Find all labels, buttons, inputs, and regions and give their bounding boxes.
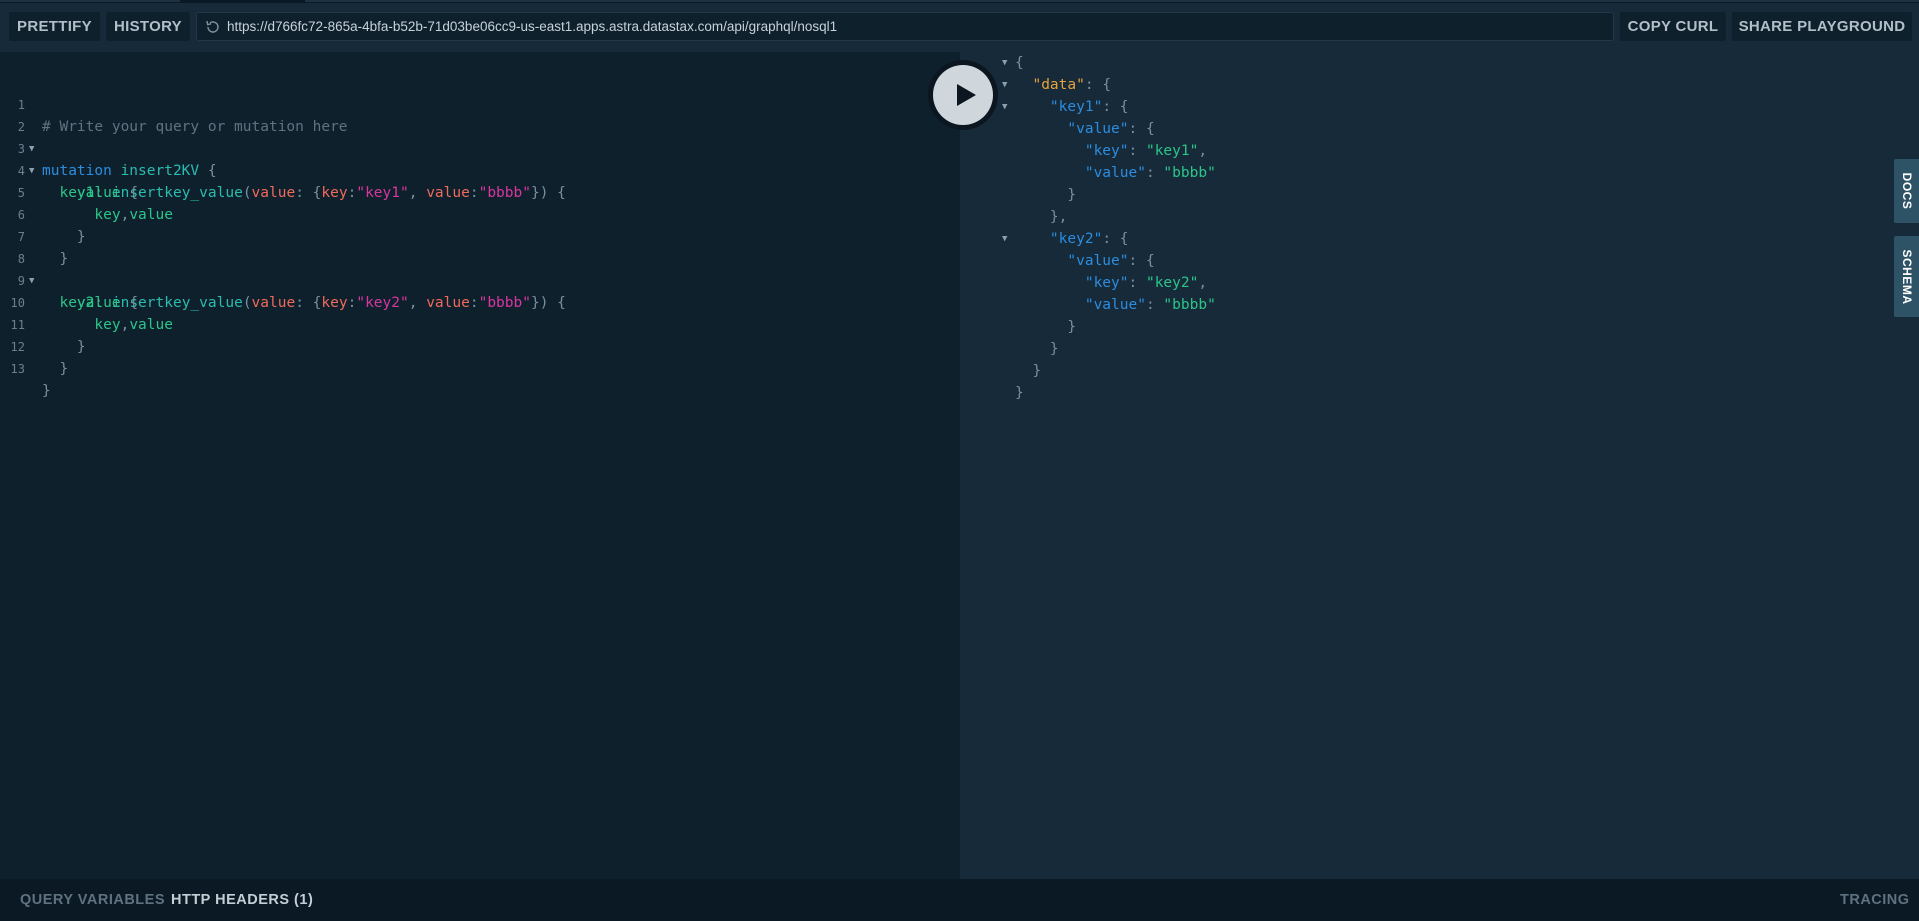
json-key: "key"	[1084, 275, 1129, 291]
json-punctuation: },	[1049, 209, 1068, 225]
json-punctuation: : {	[1128, 253, 1155, 269]
fold-arrow-icon[interactable]: ▼	[1002, 58, 1007, 68]
query-editor[interactable]: 1 # Write your query or mutation here 2 …	[0, 52, 960, 879]
result-line: "key": "key1",	[1015, 140, 1207, 162]
json-punctuation: ,	[1198, 143, 1208, 159]
docs-tab-label: DOCS	[1899, 172, 1914, 210]
editor-line: 5 key,value	[0, 160, 960, 223]
fold-arrow-icon[interactable]: ▼	[1002, 102, 1007, 112]
json-key: "value"	[1084, 165, 1146, 181]
result-line: "key": "key2",	[1015, 272, 1207, 294]
reload-icon[interactable]	[205, 19, 221, 35]
editor-line: 10 key,value	[0, 270, 960, 333]
json-punctuation: {	[1015, 55, 1024, 71]
json-key: "value"	[1067, 253, 1129, 269]
schema-tab[interactable]: SCHEMA	[1894, 236, 1919, 317]
json-punctuation: :	[1128, 143, 1146, 159]
run-button-face	[933, 65, 993, 125]
editor-line: 4 value {	[0, 138, 960, 201]
json-string: "key2"	[1145, 275, 1199, 291]
json-key: "value"	[1067, 121, 1129, 137]
result-line: }	[1015, 338, 1059, 360]
json-key: "key2"	[1049, 231, 1103, 247]
result-line: "key1": {	[1015, 96, 1129, 118]
result-line: "value": {	[1015, 250, 1155, 272]
editor-line: 8 ▼ key2: insertkey_value(value: {key:"k…	[0, 226, 960, 311]
json-key: "key"	[1084, 143, 1129, 159]
json-string: "key1"	[1145, 143, 1199, 159]
editor-line: 3 ▼ key1: insertkey_value(value: {key:"k…	[0, 116, 960, 201]
json-punctuation: : {	[1102, 99, 1129, 115]
json-punctuation: :	[1145, 165, 1164, 181]
toolbar: PRETTIFY HISTORY COPY CURL SHARE PLAYGRO…	[0, 3, 1919, 52]
json-punctuation: : {	[1084, 77, 1112, 93]
fold-arrow-icon[interactable]: ▼	[1002, 234, 1007, 244]
endpoint-url-input[interactable]	[227, 13, 1607, 40]
fold-arrow-icon[interactable]: ▼	[1002, 80, 1007, 90]
query-variables-tab[interactable]: QUERY VARIABLES	[20, 892, 165, 908]
tracing-tab[interactable]: TRACING	[1840, 892, 1910, 908]
result-viewer[interactable]: ▼ { ▼ "data": { ▼ "key1": { "value": { "…	[960, 52, 1919, 879]
result-line: "value": "bbbb"	[1015, 294, 1216, 316]
result-line: "value": {	[1015, 118, 1155, 140]
result-line: }	[1015, 316, 1076, 338]
result-line: }	[1015, 184, 1076, 206]
json-punctuation: }	[1015, 385, 1024, 401]
tab-indicator	[0, 0, 180, 2]
result-line: "key2": {	[1015, 228, 1129, 250]
json-punctuation: : {	[1102, 231, 1129, 247]
docs-tab[interactable]: DOCS	[1894, 159, 1919, 223]
schema-tab-label: SCHEMA	[1899, 248, 1914, 305]
history-button[interactable]: HISTORY	[106, 12, 190, 41]
json-string: "bbbb"	[1163, 297, 1216, 313]
http-headers-tab[interactable]: HTTP HEADERS (1)	[171, 892, 313, 908]
result-line: },	[1015, 206, 1067, 228]
json-punctuation: }	[1049, 341, 1059, 357]
endpoint-url-bar[interactable]	[196, 12, 1614, 41]
json-key: "value"	[1084, 297, 1146, 313]
json-punctuation: }	[1067, 187, 1077, 203]
editor-line: 9 value {	[0, 248, 960, 311]
json-punctuation: : {	[1128, 121, 1155, 137]
editor-line: 6 }	[0, 182, 960, 245]
tab-indicator	[305, 0, 1919, 2]
json-punctuation: ,	[1198, 275, 1208, 291]
editor-line: 2 ▼ mutation insert2KV {	[0, 94, 960, 179]
result-line: }	[1015, 382, 1024, 404]
editor-line: 7 }	[0, 204, 960, 267]
result-line: {	[1015, 52, 1024, 74]
prettify-button[interactable]: PRETTIFY	[9, 12, 100, 41]
json-punctuation: }	[1067, 319, 1077, 335]
run-query-button[interactable]	[928, 60, 998, 130]
share-playground-button[interactable]: SHARE PLAYGROUND	[1732, 12, 1912, 41]
json-punctuation: }	[1032, 363, 1042, 379]
json-key: "key1"	[1049, 99, 1103, 115]
json-string: "bbbb"	[1163, 165, 1216, 181]
json-punctuation: :	[1128, 275, 1146, 291]
bottom-bar: QUERY VARIABLES HTTP HEADERS (1) TRACING	[0, 879, 1919, 921]
editor-line: 11 }	[0, 292, 960, 355]
code-punctuation: }	[59, 361, 69, 377]
editor-line: 13 }	[0, 336, 960, 399]
line-number: 13	[10, 362, 25, 376]
json-key: "data"	[1032, 77, 1085, 93]
result-line: }	[1015, 360, 1041, 382]
code-punctuation: }	[42, 383, 51, 399]
result-line: "data": {	[1015, 74, 1111, 96]
json-punctuation: :	[1145, 297, 1164, 313]
editor-line: 12 }	[0, 314, 960, 377]
play-icon	[957, 84, 976, 106]
result-line: "value": "bbbb"	[1015, 162, 1216, 184]
editor-line: 1 # Write your query or mutation here	[0, 72, 960, 135]
copy-curl-button[interactable]: COPY CURL	[1620, 12, 1726, 41]
